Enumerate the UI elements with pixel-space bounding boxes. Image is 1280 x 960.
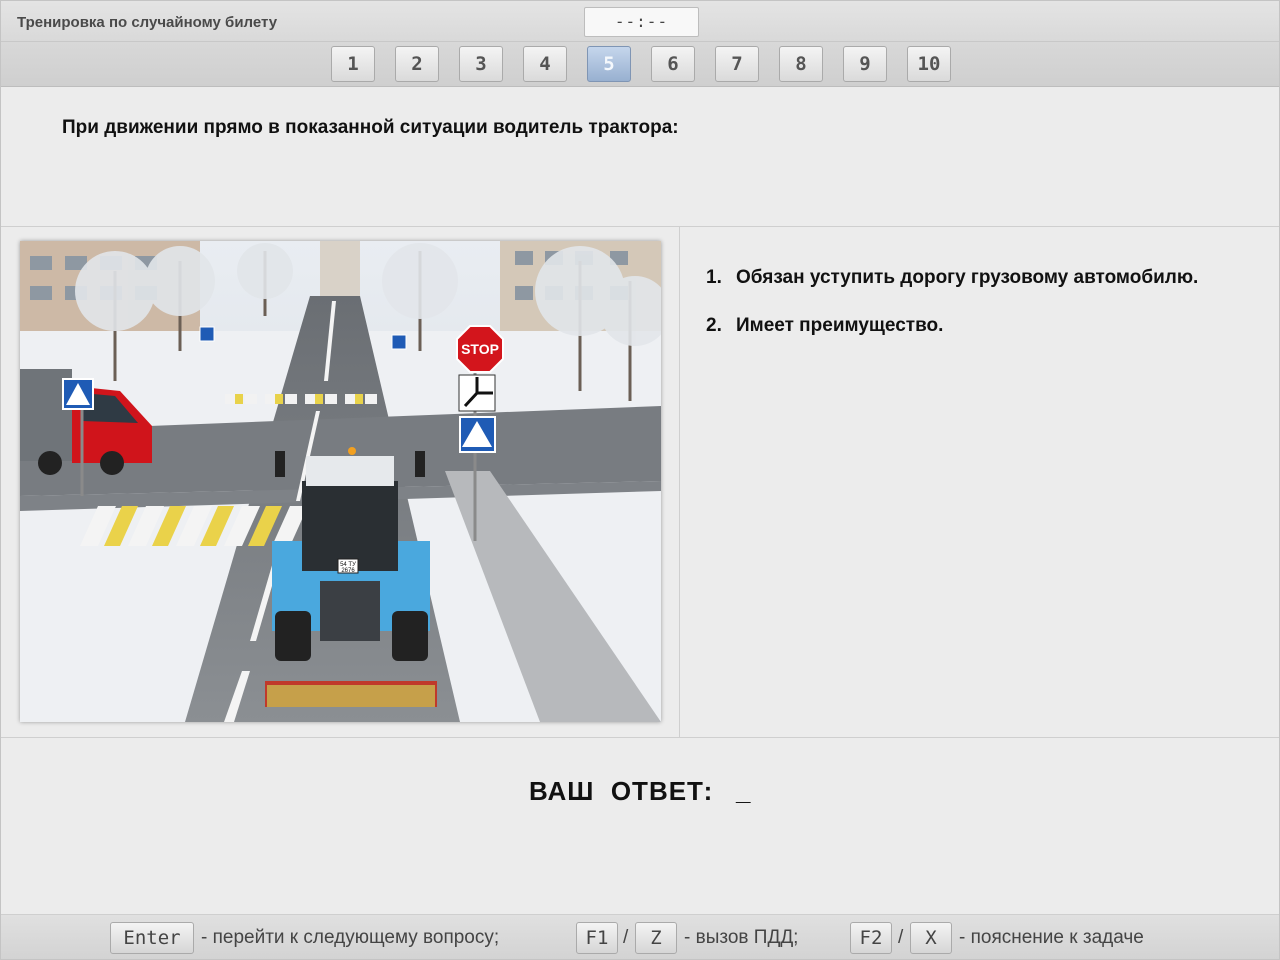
question-button-2[interactable]: 2: [395, 46, 439, 82]
x-key-button[interactable]: X: [910, 922, 952, 954]
timer-display: --:--: [584, 7, 699, 37]
question-button-7[interactable]: 7: [715, 46, 759, 82]
explain-hint: - пояснение к задаче: [959, 927, 1144, 948]
shortcut-bar: Enter - перейти к следующему вопросу; F1…: [1, 915, 1279, 959]
question-button-5-active[interactable]: 5: [587, 46, 631, 82]
rules-hint: - вызов ПДД;: [684, 927, 799, 948]
separator-2: /: [898, 927, 904, 948]
z-key-button[interactable]: Z: [635, 922, 677, 954]
answer-option-1[interactable]: 1. Обязан уступить дорогу грузовому автом…: [706, 267, 1198, 289]
your-answer-label: ВАШ ОТВЕТ:: [529, 776, 714, 806]
question-text: При движении прямо в показанной ситуации…: [62, 117, 679, 138]
f1-key-button[interactable]: F1: [576, 922, 618, 954]
title-bar: Тренировка по случайному билету --:--: [1, 1, 1279, 42]
situation-image: STOP 54 ТУ 2676: [20, 241, 670, 722]
stop-sign-text: STOP: [461, 341, 499, 357]
answer-option-2[interactable]: 2. Имеет преимущество.: [706, 315, 1198, 337]
f2-key-button[interactable]: F2: [850, 922, 892, 954]
question-area: При движении прямо в показанной ситуации…: [1, 87, 1279, 227]
question-button-1[interactable]: 1: [331, 46, 375, 82]
enter-key-button[interactable]: Enter: [110, 922, 194, 954]
answer-zone: ВАШ ОТВЕТ: _: [1, 738, 1279, 915]
plate-bottom: 2676: [341, 568, 355, 574]
question-button-8[interactable]: 8: [779, 46, 823, 82]
question-button-10[interactable]: 10: [907, 46, 951, 82]
answer-cursor[interactable]: _: [736, 776, 750, 807]
question-nav: 1 2 3 4 5 6 7 8 9 10: [1, 42, 1279, 87]
question-button-3[interactable]: 3: [459, 46, 503, 82]
separator-1: /: [623, 927, 629, 948]
enter-hint: - перейти к следующему вопросу;: [201, 927, 500, 948]
question-content: STOP 54 ТУ 2676 1. Обязан уступить дорогу…: [1, 227, 1279, 738]
window-title: Тренировка по случайному билету: [17, 14, 278, 31]
question-button-4[interactable]: 4: [523, 46, 567, 82]
answer-list: 1. Обязан уступить дорогу грузовому автом…: [706, 267, 1198, 363]
question-button-6[interactable]: 6: [651, 46, 695, 82]
question-button-9[interactable]: 9: [843, 46, 887, 82]
content-divider: [679, 227, 680, 737]
